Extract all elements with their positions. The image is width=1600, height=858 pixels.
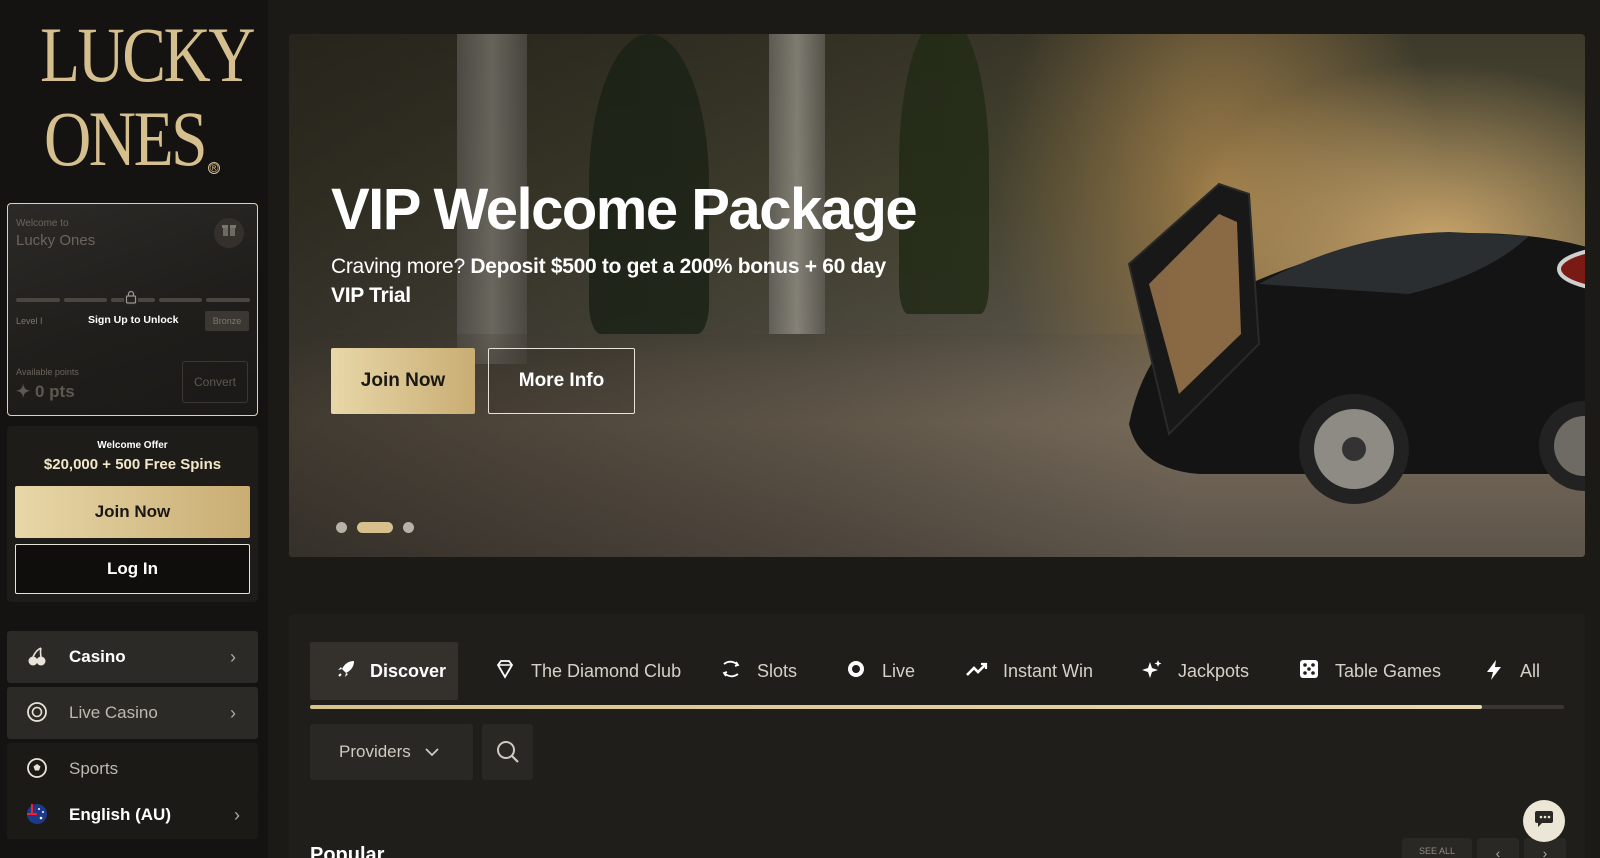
tabs-scroll-indicator[interactable] [310, 705, 1564, 709]
sidebar-item-sports[interactable]: Sports [7, 743, 258, 795]
convert-button[interactable]: Convert [182, 361, 248, 403]
sidebar-join-now-button[interactable]: Join Now [15, 486, 250, 538]
page: LUCKY ONES ® Welcome to Lucky Ones Level… [0, 0, 1600, 858]
lock-icon [124, 290, 138, 306]
tab-live[interactable]: Live [844, 642, 915, 700]
current-level-label: Level I [16, 316, 43, 326]
tab-slots[interactable]: Slots [719, 642, 797, 700]
sparkle-icon [1140, 659, 1164, 683]
points-value: ✦ 0 pts [16, 382, 75, 402]
sidebar-item-live-casino[interactable]: Live Casino › [7, 687, 258, 739]
chevron-right-icon: › [234, 805, 240, 825]
diamond-icon [493, 659, 517, 683]
tab-label: The Diamond Club [531, 660, 682, 681]
scroll-left-button[interactable]: ‹ [1477, 838, 1519, 858]
soccer-ball-icon [25, 757, 49, 781]
points-value-text: 0 pts [34, 382, 75, 401]
hero-subtitle: Craving more? Deposit $500 to get a 200%… [331, 252, 911, 310]
lightning-icon [1482, 659, 1506, 683]
chip-icon [25, 701, 49, 725]
dice-icon [1297, 659, 1321, 683]
logo-line-1: LUCKY [40, 11, 256, 98]
welcome-offer-value: $20,000 + 500 Free Spins [43, 456, 222, 473]
language-selector[interactable]: English (AU) › [7, 791, 258, 839]
chevron-left-icon: ‹ [1495, 845, 1501, 858]
log-in-button[interactable]: Log In [15, 544, 250, 594]
hero-subtitle-plain: Craving more? [331, 255, 465, 278]
tab-label: Live [882, 660, 916, 681]
hero-join-now-button[interactable]: Join Now [331, 348, 475, 414]
logo-line-2: ONES [44, 95, 208, 182]
tab-label: Table Games [1335, 660, 1442, 681]
tab-label: Instant Win [1003, 660, 1094, 681]
tab-discover[interactable]: Discover [310, 642, 458, 700]
tab-label: All [1520, 660, 1541, 681]
tab-jackpots[interactable]: Jackpots [1140, 642, 1249, 700]
slots-icon [719, 659, 743, 683]
game-category-tabs: Discover The Diamond Club Slots Live Ins… [310, 642, 1564, 709]
search-icon [496, 740, 520, 769]
vip-welcome-to: Welcome to [16, 218, 69, 229]
carousel-dot-3[interactable] [403, 522, 414, 533]
carousel-dots [336, 522, 414, 533]
welcome-offer-title: Welcome Offer [97, 440, 168, 451]
language-label: English (AU) [69, 805, 171, 824]
registered-mark: ® [208, 161, 220, 175]
gift-icon[interactable] [214, 218, 244, 248]
live-chip-icon [844, 659, 868, 683]
lucky-ones-logo[interactable]: LUCKY ONES ® [38, 16, 256, 186]
welcome-offer-card: Welcome Offer $20,000 + 500 Free Spins J… [7, 426, 258, 602]
sidebar-item-label: Live Casino [69, 703, 158, 722]
tab-table-games[interactable]: Table Games [1297, 642, 1441, 700]
tab-diamond-club[interactable]: The Diamond Club [493, 642, 681, 700]
chevron-down-icon [425, 744, 439, 760]
chevron-right-icon: › [230, 703, 236, 723]
popular-section-title: Popular [310, 844, 385, 858]
tab-instant-win[interactable]: Instant Win [965, 642, 1093, 700]
live-chat-button[interactable] [1523, 800, 1565, 842]
rocket-icon [336, 659, 356, 683]
cherries-icon [25, 645, 49, 669]
providers-label: Providers [339, 742, 411, 761]
trend-up-icon [965, 659, 989, 683]
more-info-button[interactable]: More Info [488, 348, 635, 414]
sidebar-item-casino[interactable]: Casino › [7, 631, 258, 683]
sidebar-item-label: Casino [69, 647, 126, 666]
tab-label: Jackpots [1178, 660, 1250, 681]
sidebar: LUCKY ONES ® Welcome to Lucky Ones Level… [0, 0, 268, 858]
bronze-tier-badge: Bronze [205, 311, 249, 331]
sign-up-to-unlock-link[interactable]: Sign Up to Unlock [88, 314, 178, 326]
sidebar-item-label: Sports [69, 759, 119, 778]
games-section: Discover The Diamond Club Slots Live Ins… [289, 614, 1585, 858]
chat-bubble-icon [1533, 809, 1555, 834]
carousel-dot-1[interactable] [336, 522, 347, 533]
providers-dropdown[interactable]: Providers [310, 724, 473, 780]
carousel-dot-2[interactable] [357, 522, 393, 533]
vip-brand-name: Lucky Ones [16, 232, 96, 249]
game-search-button[interactable] [482, 724, 533, 780]
hero-banner: VIP Welcome Package Craving more? Deposi… [289, 34, 1585, 557]
australia-flag-icon [25, 803, 49, 827]
tab-all[interactable]: All [1482, 642, 1540, 700]
chevron-right-icon: › [1542, 845, 1548, 858]
hero-title: VIP Welcome Package [331, 177, 918, 242]
available-points-label: Available points [16, 367, 79, 377]
chevron-right-icon: › [230, 647, 236, 667]
vip-status-card: Welcome to Lucky Ones Level I Sign Up to… [7, 203, 258, 416]
points-sparkle-icon: ✦ [16, 382, 31, 401]
tab-label: Discover [370, 660, 447, 681]
see-all-button[interactable]: SEE ALL [1402, 838, 1472, 858]
tab-label: Slots [757, 660, 798, 681]
